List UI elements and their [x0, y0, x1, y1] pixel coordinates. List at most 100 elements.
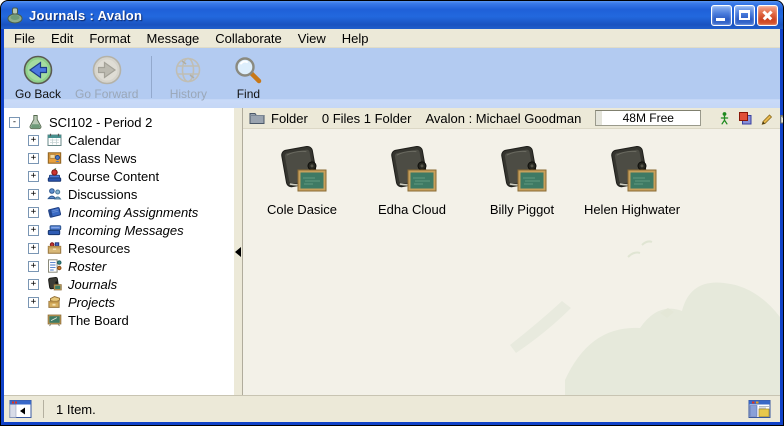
content-header: Folder 0 Files 1 Folder Avalon : Michael…: [243, 108, 780, 129]
incoming-assignments-icon: [46, 204, 63, 220]
item-counts: 0 Files 1 Folder: [322, 111, 412, 126]
right-pane: Folder 0 Files 1 Folder Avalon : Michael…: [243, 108, 780, 395]
go-forward-icon: [91, 54, 123, 86]
panel-toggle-icon[interactable]: [9, 399, 33, 419]
go-back-button[interactable]: Go Back: [8, 52, 68, 102]
find-icon: [232, 54, 264, 86]
expand-toggle[interactable]: +: [28, 225, 39, 236]
tree-item-discussions[interactable]: + Discussions: [4, 185, 234, 203]
journal-item-label: Helen Highwater: [584, 202, 680, 217]
menu-view[interactable]: View: [290, 30, 334, 47]
journal-item-label: Cole Dasice: [267, 202, 337, 217]
journal-items-row: Cole Dasice Edha Cloud: [247, 143, 687, 217]
go-back-icon: [22, 54, 54, 86]
folder-type-label: Folder: [271, 111, 308, 126]
incoming-messages-icon: [46, 222, 63, 238]
journal-item-label: Edha Cloud: [378, 202, 446, 217]
map-watermark: [510, 215, 780, 395]
free-space-label: 48M Free: [623, 111, 674, 125]
expand-toggle[interactable]: +: [28, 189, 39, 200]
folder-view[interactable]: Cole Dasice Edha Cloud: [243, 129, 780, 395]
expand-toggle[interactable]: +: [28, 135, 39, 146]
tree-item-label: Incoming Assignments: [68, 205, 198, 220]
expand-toggle[interactable]: +: [28, 261, 39, 272]
flask-icon: [27, 114, 44, 130]
journal-icon: [384, 143, 440, 199]
journal-item-billy-piggot[interactable]: Billy Piggot: [467, 143, 577, 217]
go-forward-button: Go Forward: [68, 52, 145, 102]
free-space-gauge: 48M Free: [595, 110, 701, 126]
layout-icon[interactable]: [748, 399, 772, 419]
tree-item-label: Class News: [68, 151, 137, 166]
journal-item-cole-dasice[interactable]: Cole Dasice: [247, 143, 357, 217]
tree-item-projects[interactable]: + Projects: [4, 293, 234, 311]
tree-item-label: The Board: [68, 313, 129, 328]
tree-item-class-news[interactable]: + Class News: [4, 149, 234, 167]
app-icon: [6, 6, 24, 24]
status-text: 1 Item.: [56, 402, 96, 417]
tree-item-label: Calendar: [68, 133, 121, 148]
discussions-icon: [46, 186, 63, 202]
journal-item-edha-cloud[interactable]: Edha Cloud: [357, 143, 467, 217]
expand-toggle[interactable]: +: [28, 243, 39, 254]
folder-icon: [249, 111, 265, 125]
expand-toggle[interactable]: +: [28, 297, 39, 308]
expand-toggle[interactable]: +: [28, 153, 39, 164]
menu-file[interactable]: File: [6, 30, 43, 47]
envelope-pencil-icon[interactable]: [780, 111, 784, 126]
history-button: History: [158, 52, 218, 102]
splitter[interactable]: [234, 108, 243, 395]
expand-toggle[interactable]: +: [28, 171, 39, 182]
tree-root-sci102[interactable]: - SCI102 - Period 2: [4, 113, 234, 131]
tree-item-course-content[interactable]: + Course Content: [4, 167, 234, 185]
journal-item-label: Billy Piggot: [490, 202, 554, 217]
tree-item-label: Incoming Messages: [68, 223, 184, 238]
close-button[interactable]: [757, 5, 778, 26]
expand-toggle[interactable]: +: [28, 207, 39, 218]
find-label: Find: [237, 87, 260, 101]
menu-format[interactable]: Format: [81, 30, 138, 47]
tree-item-calendar[interactable]: + Calendar: [4, 131, 234, 149]
class-news-icon: [46, 150, 63, 166]
status-bar: 1 Item.: [4, 395, 780, 422]
collapse-toggle[interactable]: -: [9, 117, 20, 128]
pencil-icon[interactable]: [759, 111, 774, 126]
collapse-arrow-icon[interactable]: [235, 247, 241, 257]
go-forward-label: Go Forward: [75, 87, 138, 101]
toolbar: Go Back Go Forward History Find: [4, 48, 780, 108]
projects-icon: [46, 294, 63, 310]
title-bar[interactable]: Journals : Avalon: [1, 1, 783, 29]
board-icon: [46, 312, 63, 328]
toolbar-separator: [151, 56, 152, 98]
menu-message[interactable]: Message: [139, 30, 208, 47]
layers-icon[interactable]: [738, 111, 753, 126]
window-title: Journals : Avalon: [29, 8, 711, 23]
tree-item-label: Course Content: [68, 169, 159, 184]
menu-collaborate[interactable]: Collaborate: [207, 30, 290, 47]
tree-item-the-board[interactable]: The Board: [4, 311, 234, 329]
tree-item-journals[interactable]: + Journals: [4, 275, 234, 293]
calendar-icon: [46, 132, 63, 148]
window-controls: [711, 5, 778, 26]
maximize-button[interactable]: [734, 5, 755, 26]
menu-edit[interactable]: Edit: [43, 30, 81, 47]
tree-item-label: Discussions: [68, 187, 137, 202]
tree-item-incoming-messages[interactable]: + Incoming Messages: [4, 221, 234, 239]
main-area: - SCI102 - Period 2 + Calendar +: [4, 108, 780, 395]
menu-help[interactable]: Help: [334, 30, 377, 47]
owner-label: Avalon : Michael Goodman: [425, 111, 581, 126]
history-icon: [172, 54, 204, 86]
minimize-button[interactable]: [711, 5, 732, 26]
journal-icon: [604, 143, 660, 199]
go-back-label: Go Back: [15, 87, 61, 101]
expand-toggle[interactable]: +: [28, 279, 39, 290]
course-content-icon: [46, 168, 63, 184]
journal-item-helen-highwater[interactable]: Helen Highwater: [577, 143, 687, 217]
tree-item-resources[interactable]: + Resources: [4, 239, 234, 257]
tree-item-roster[interactable]: + Roster: [4, 257, 234, 275]
tree-item-label: Roster: [68, 259, 106, 274]
tree-item-incoming-assignments[interactable]: + Incoming Assignments: [4, 203, 234, 221]
menu-bar: File Edit Format Message Collaborate Vie…: [4, 29, 780, 48]
find-button[interactable]: Find: [218, 52, 278, 102]
person-icon[interactable]: [717, 111, 732, 126]
